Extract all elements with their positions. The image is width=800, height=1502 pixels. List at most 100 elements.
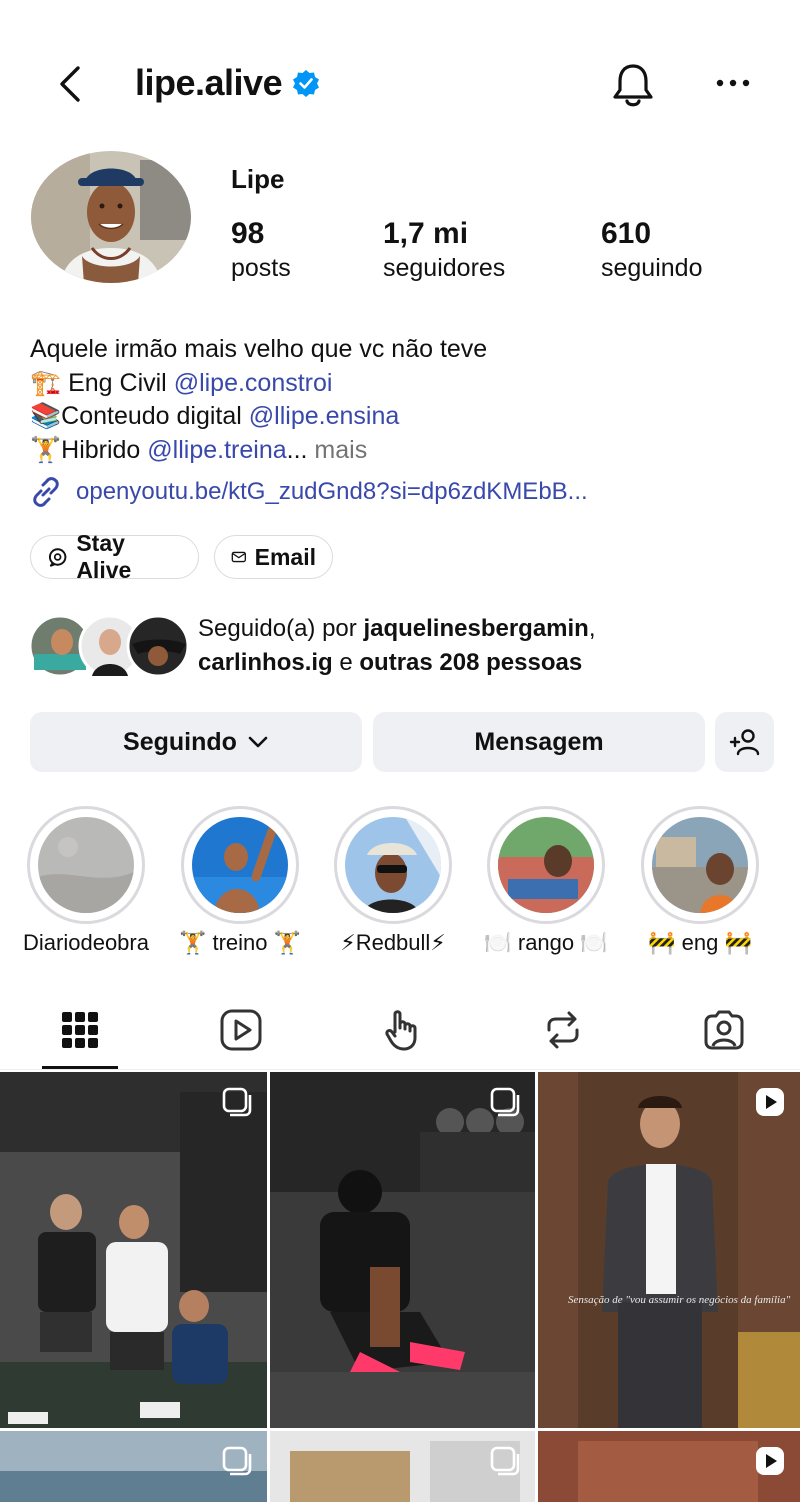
post-thumbnail[interactable] [0, 1072, 267, 1428]
followed-by-comma: , [588, 615, 596, 642]
highlight-ring [487, 806, 605, 924]
active-tab-indicator [42, 1066, 118, 1069]
following-button[interactable]: Seguindo [30, 712, 362, 772]
highlight-ring [27, 806, 145, 924]
highlight-label: ⚡Redbull⚡ [340, 930, 446, 955]
reposts-icon[interactable] [541, 1008, 585, 1052]
bio-text: Conteudo digital [61, 402, 249, 430]
highlight-cover [498, 817, 594, 913]
highlight-treino[interactable] [180, 806, 300, 924]
weightlifter-emoji-icon: 🏋️ [30, 435, 62, 464]
highlight-cover [38, 817, 134, 913]
bio-link-text[interactable]: openyoutu.be/ktG_zudGnd8?si=dp6zdKMEbB..… [76, 478, 588, 506]
followed-by-user: jaquelinesbergamin [363, 615, 589, 642]
bio-link[interactable]: openyoutu.be/ktG_zudGnd8?si=dp6zdKMEbB..… [30, 476, 588, 508]
bio-mention-constroi[interactable]: @lipe.constroi [174, 369, 333, 397]
grid-icon[interactable] [58, 1008, 102, 1052]
bio-line: 🏗️ Eng Civil @lipe.constroi [30, 367, 487, 401]
suggest-people-button[interactable] [715, 712, 774, 772]
carousel-icon [490, 1087, 520, 1117]
post-thumbnail[interactable] [0, 1431, 267, 1502]
highlight-ring [334, 806, 452, 924]
profile-avatar[interactable] [30, 150, 192, 284]
back-arrow-icon[interactable] [50, 64, 90, 104]
highlight-redbull[interactable] [333, 806, 453, 924]
display-name: Lipe [231, 164, 285, 194]
followed-by-user: carlinhos.ig [198, 649, 333, 676]
mail-icon [231, 551, 246, 563]
bio-line: 📚Conteudo digital @llipe.ensina [30, 400, 487, 434]
highlight-eng[interactable] [640, 806, 760, 924]
followers-count-label: seguidores [383, 254, 506, 282]
highlight-ring [181, 806, 299, 924]
followed-by-prefix: Seguido(a) por [198, 615, 364, 642]
highlight-cover [345, 817, 441, 913]
bell-icon[interactable] [610, 60, 656, 110]
post-image [270, 1072, 535, 1428]
carousel-icon [490, 1446, 520, 1476]
post-thumbnail[interactable] [538, 1431, 800, 1502]
stay-alive-chip[interactable]: Stay Alive [30, 530, 199, 583]
followers-count[interactable]: 1,7 mi seguidores [383, 216, 505, 284]
followers-count-value: 1,7 mi [383, 217, 469, 250]
highlight-ring [641, 806, 759, 924]
highlight-label: 🏋️ treino 🏋️ [178, 930, 302, 955]
message-button-label: Mensagem [474, 727, 604, 756]
profile-tabs [0, 1000, 800, 1070]
email-chip[interactable]: Email [214, 535, 333, 579]
more-icon[interactable] [712, 68, 754, 98]
bio-ellipsis: ... [286, 435, 308, 464]
post-caption-overlay: Sensação de "vou assumir os negócios da … [568, 1294, 791, 1306]
post-image [538, 1072, 800, 1428]
username-text: lipe.alive [135, 62, 283, 103]
highlight-cover [192, 817, 288, 913]
add-person-icon [729, 729, 759, 756]
highlight-rango[interactable] [486, 806, 606, 924]
bio-line: Aquele irmão mais velho que vc não teve [30, 335, 488, 363]
bio-more-link[interactable]: mais [307, 436, 367, 464]
bio-text: Hibrido [61, 435, 148, 464]
highlight-label: Diariodeobra [23, 930, 149, 955]
highlight-diariodeobra[interactable] [26, 806, 146, 924]
post-thumbnail[interactable]: Sensação de "vou assumir os negócios da … [538, 1072, 800, 1428]
bio-mention-treina[interactable]: @llipe.treina [147, 436, 286, 464]
profile-bio: Aquele irmão mais velho que vc não teve … [30, 333, 487, 467]
link-icon [33, 477, 59, 507]
chevron-down-icon [248, 736, 268, 748]
posts-count-label: posts [231, 254, 291, 282]
followed-by-text[interactable]: Seguido(a) por jaquelinesbergamin, carli… [198, 612, 596, 680]
reels-icon[interactable] [219, 1008, 263, 1052]
bio-mention-ensina[interactable]: @llipe.ensina [249, 402, 399, 430]
books-emoji-icon: 📚 [30, 402, 62, 430]
highlight-label: 🚧 eng 🚧 [648, 930, 752, 955]
reel-icon [756, 1088, 784, 1116]
post-thumbnail[interactable] [270, 1072, 535, 1428]
carousel-icon [222, 1446, 252, 1476]
following-count-label: seguindo [601, 254, 703, 282]
posts-count-value: 98 [231, 217, 265, 250]
posts-count[interactable]: 98 posts [231, 216, 291, 284]
post-image [0, 1072, 267, 1428]
highlight-cover [652, 817, 748, 913]
mutual-followers-avatars[interactable] [30, 614, 190, 678]
followed-by-others: outras 208 pessoas [359, 649, 583, 676]
post-thumbnail[interactable] [270, 1431, 535, 1502]
following-count[interactable]: 610 seguindo [601, 216, 702, 284]
verified-badge-icon [293, 70, 320, 97]
tap-icon[interactable] [380, 1008, 424, 1052]
stay-alive-label: Stay Alive [76, 530, 132, 583]
bio-line: 🏋️Hibrido @llipe.treina... mais [30, 434, 487, 468]
carousel-icon [222, 1087, 252, 1117]
tagged-icon[interactable] [702, 1008, 746, 1052]
highlight-label: 🍽️ rango 🍽️ [484, 930, 608, 955]
threads-icon [48, 548, 67, 567]
crane-emoji-icon: 🏗️ [30, 368, 62, 397]
profile-header: lipe.alive [0, 40, 800, 130]
reel-icon [756, 1447, 784, 1475]
followed-by-conj: e [332, 649, 360, 676]
email-label: Email [254, 543, 316, 570]
message-button[interactable]: Mensagem [373, 712, 705, 772]
profile-username: lipe.alive [135, 62, 320, 104]
bio-text: Eng Civil [61, 368, 174, 397]
following-count-value: 610 [601, 217, 652, 250]
